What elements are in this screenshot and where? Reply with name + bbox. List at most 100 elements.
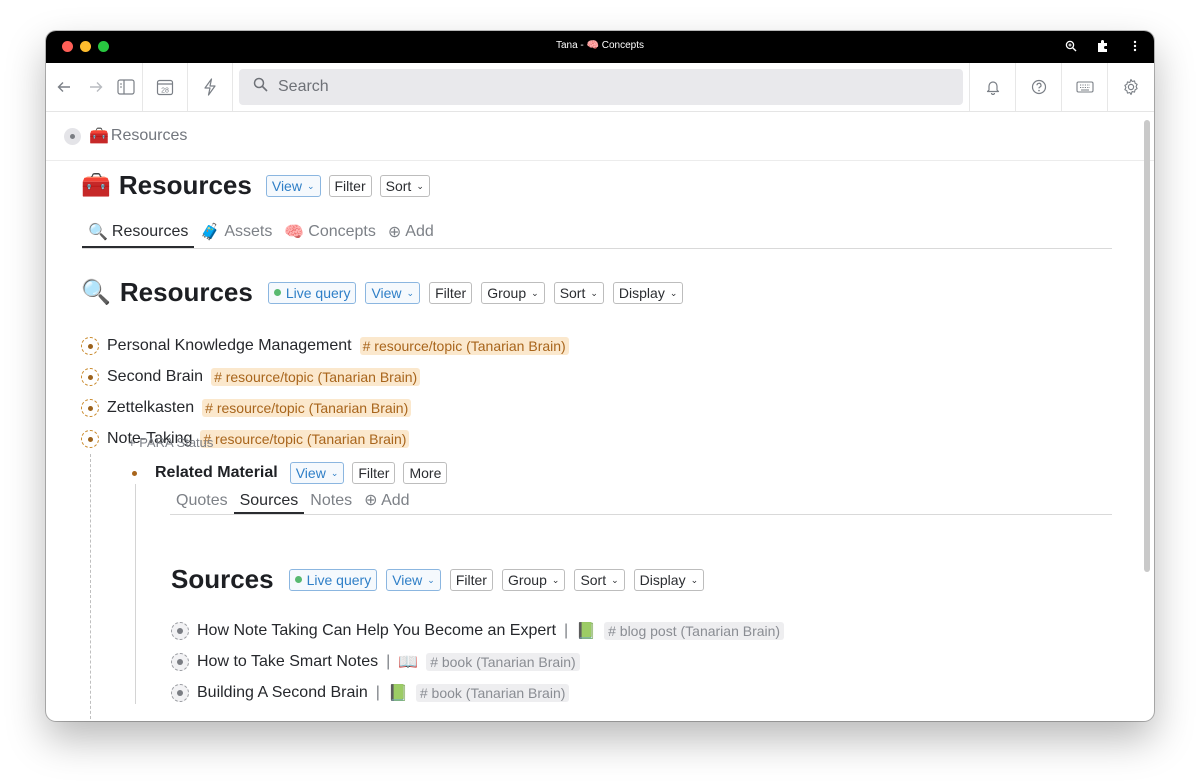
page-tabs: 🔍 Resources 🧳 Assets 🧠 Concepts ⊕ Add — [82, 216, 1112, 249]
view-button[interactable]: View ⌄ — [386, 568, 441, 591]
sources-header: Sources Live query View ⌄ Filter Group ⌄ S… — [171, 564, 705, 595]
sources-title[interactable]: Sources — [171, 564, 274, 595]
add-tab-button[interactable]: ⊕ Add — [382, 222, 440, 248]
indent-guide — [135, 484, 136, 704]
related-material-header: Related Material View ⌄ Filter More — [132, 462, 448, 484]
tag-badge[interactable]: # resource/topic (Tanarian Brain) — [200, 430, 410, 448]
separator: | — [375, 684, 380, 701]
vertical-scrollbar[interactable] — [1144, 120, 1150, 572]
node-bullet-icon[interactable] — [81, 430, 99, 448]
sidebar-toggle-icon[interactable] — [110, 63, 142, 111]
chevron-down-icon: ⌄ — [416, 180, 424, 191]
query-title[interactable]: Resources — [120, 277, 253, 308]
list-item[interactable]: Second Brain # resource/topic (Tanarian … — [81, 368, 421, 386]
view-button[interactable]: View ⌄ — [289, 462, 345, 484]
settings-gear-icon[interactable] — [1108, 63, 1154, 111]
window-title: Tana - 🧠 Concepts — [555, 40, 645, 51]
filter-button[interactable]: Filter — [352, 462, 396, 484]
live-indicator-icon — [273, 289, 281, 296]
tab-sources[interactable]: Sources — [233, 492, 305, 514]
node-bullet-icon[interactable] — [81, 368, 99, 386]
source-label[interactable]: Building A Second Brain — [197, 684, 368, 702]
list-item[interactable]: How to Take Smart Notes | 📖 # book (Tana… — [171, 652, 580, 672]
node-bullet-icon[interactable] — [81, 337, 99, 355]
separator: | — [386, 653, 391, 670]
open-book-icon: 📖 — [398, 654, 419, 671]
filter-button[interactable]: Filter — [429, 281, 473, 304]
green-book-icon: 📗 — [576, 623, 597, 640]
tab-quotes[interactable]: Quotes — [170, 492, 234, 514]
more-menu-icon[interactable] — [1128, 38, 1142, 54]
live-query-button[interactable]: Live query — [288, 568, 378, 591]
sort-button[interactable]: Sort ⌄ — [553, 281, 604, 304]
related-tabs: Quotes Sources Notes ⊕ Add — [170, 490, 1112, 515]
node-label[interactable]: Zettelkasten — [107, 399, 194, 417]
node-bullet-icon[interactable] — [171, 684, 189, 702]
tab-resources[interactable]: 🔍 Resources — [82, 222, 195, 248]
main-content: 🧰 Resources 🧰 Resources View ⌄ Filter Sor… — [46, 112, 1154, 721]
list-item[interactable]: Personal Knowledge Management # resource… — [81, 337, 569, 355]
source-label[interactable]: How Note Taking Can Help You Become an E… — [197, 622, 556, 640]
search-icon: 🔍 — [88, 224, 108, 241]
source-label[interactable]: How to Take Smart Notes — [197, 653, 378, 671]
tab-concepts[interactable]: 🧠 Concepts — [278, 222, 382, 248]
node-bullet-icon[interactable] — [171, 622, 189, 640]
breadcrumb-bullet-icon[interactable] — [64, 127, 81, 145]
tag-badge[interactable]: # resource/topic (Tanarian Brain) — [359, 337, 569, 355]
notifications-bell-icon[interactable] — [970, 63, 1015, 111]
page-header: 🧰 Resources View ⌄ Filter Sort ⌄ — [81, 170, 430, 201]
extensions-icon[interactable] — [1096, 38, 1110, 54]
tag-badge[interactable]: # resource/topic (Tanarian Brain) — [211, 368, 421, 386]
display-button[interactable]: Display ⌄ — [612, 281, 684, 304]
lightning-icon[interactable] — [188, 63, 232, 111]
filter-button[interactable]: Filter — [449, 568, 493, 591]
add-circle-icon: ⊕ — [387, 224, 402, 241]
green-book-icon: 📗 — [387, 685, 408, 702]
node-bullet-icon[interactable] — [171, 653, 189, 671]
tag-badge[interactable]: # blog post (Tanarian Brain) — [604, 622, 785, 640]
view-button[interactable]: View ⌄ — [365, 281, 421, 304]
group-button[interactable]: Group ⌄ — [481, 281, 545, 304]
back-arrow-icon[interactable] — [46, 63, 82, 111]
sort-button[interactable]: Sort ⌄ — [574, 568, 625, 591]
tag-badge[interactable]: # resource/topic (Tanarian Brain) — [202, 399, 412, 417]
title-bar: Tana - 🧠 Concepts — [46, 31, 1154, 63]
breadcrumb: 🧰 Resources — [46, 112, 1154, 161]
tag-badge[interactable]: # book (Tanarian Brain) — [415, 684, 570, 702]
forward-arrow-icon[interactable] — [82, 63, 110, 111]
node-label[interactable]: Second Brain — [107, 368, 203, 386]
chevron-down-icon: ⌄ — [611, 574, 619, 585]
search-icon — [253, 77, 268, 97]
chevron-down-icon: ⌄ — [330, 468, 339, 478]
live-query-button[interactable]: Live query — [267, 281, 357, 304]
related-material-title[interactable]: Related Material — [155, 464, 278, 482]
more-button[interactable]: More — [403, 462, 448, 484]
sort-button[interactable]: Sort ⌄ — [379, 174, 430, 197]
group-button[interactable]: Group ⌄ — [501, 568, 566, 591]
para-status-field[interactable]: + PARA Status — [128, 435, 213, 450]
zoom-icon[interactable] — [1064, 38, 1078, 54]
tab-notes[interactable]: Notes — [304, 492, 358, 514]
list-item[interactable]: Building A Second Brain | 📗 # book (Tana… — [171, 683, 570, 703]
tab-assets[interactable]: 🧳 Assets — [194, 222, 278, 248]
breadcrumb-label[interactable]: Resources — [111, 127, 187, 145]
help-icon[interactable] — [1016, 63, 1061, 111]
list-item[interactable]: Zettelkasten # resource/topic (Tanarian … — [81, 399, 412, 417]
node-bullet-icon[interactable] — [81, 399, 99, 417]
list-item[interactable]: How Note Taking Can Help You Become an E… — [171, 621, 785, 641]
app-window: Tana - 🧠 Concepts 28 Search 🧰 Resources … — [46, 31, 1154, 721]
calendar-icon[interactable]: 28 — [143, 63, 187, 111]
display-button[interactable]: Display ⌄ — [633, 568, 705, 591]
keyboard-icon[interactable] — [1062, 63, 1107, 111]
node-bullet-icon[interactable] — [132, 470, 137, 476]
add-tab-button[interactable]: ⊕ Add — [358, 490, 415, 514]
tag-badge[interactable]: # book (Tanarian Brain) — [426, 653, 580, 671]
breadcrumb-emoji: 🧰 — [89, 128, 109, 145]
live-indicator-icon — [294, 576, 302, 583]
node-label[interactable]: Personal Knowledge Management — [107, 337, 352, 355]
filter-button[interactable]: Filter — [328, 174, 372, 197]
page-title[interactable]: Resources — [119, 170, 252, 201]
chevron-down-icon: ⌄ — [669, 287, 678, 298]
view-button[interactable]: View ⌄ — [265, 174, 321, 197]
search-input[interactable]: Search — [239, 69, 963, 105]
